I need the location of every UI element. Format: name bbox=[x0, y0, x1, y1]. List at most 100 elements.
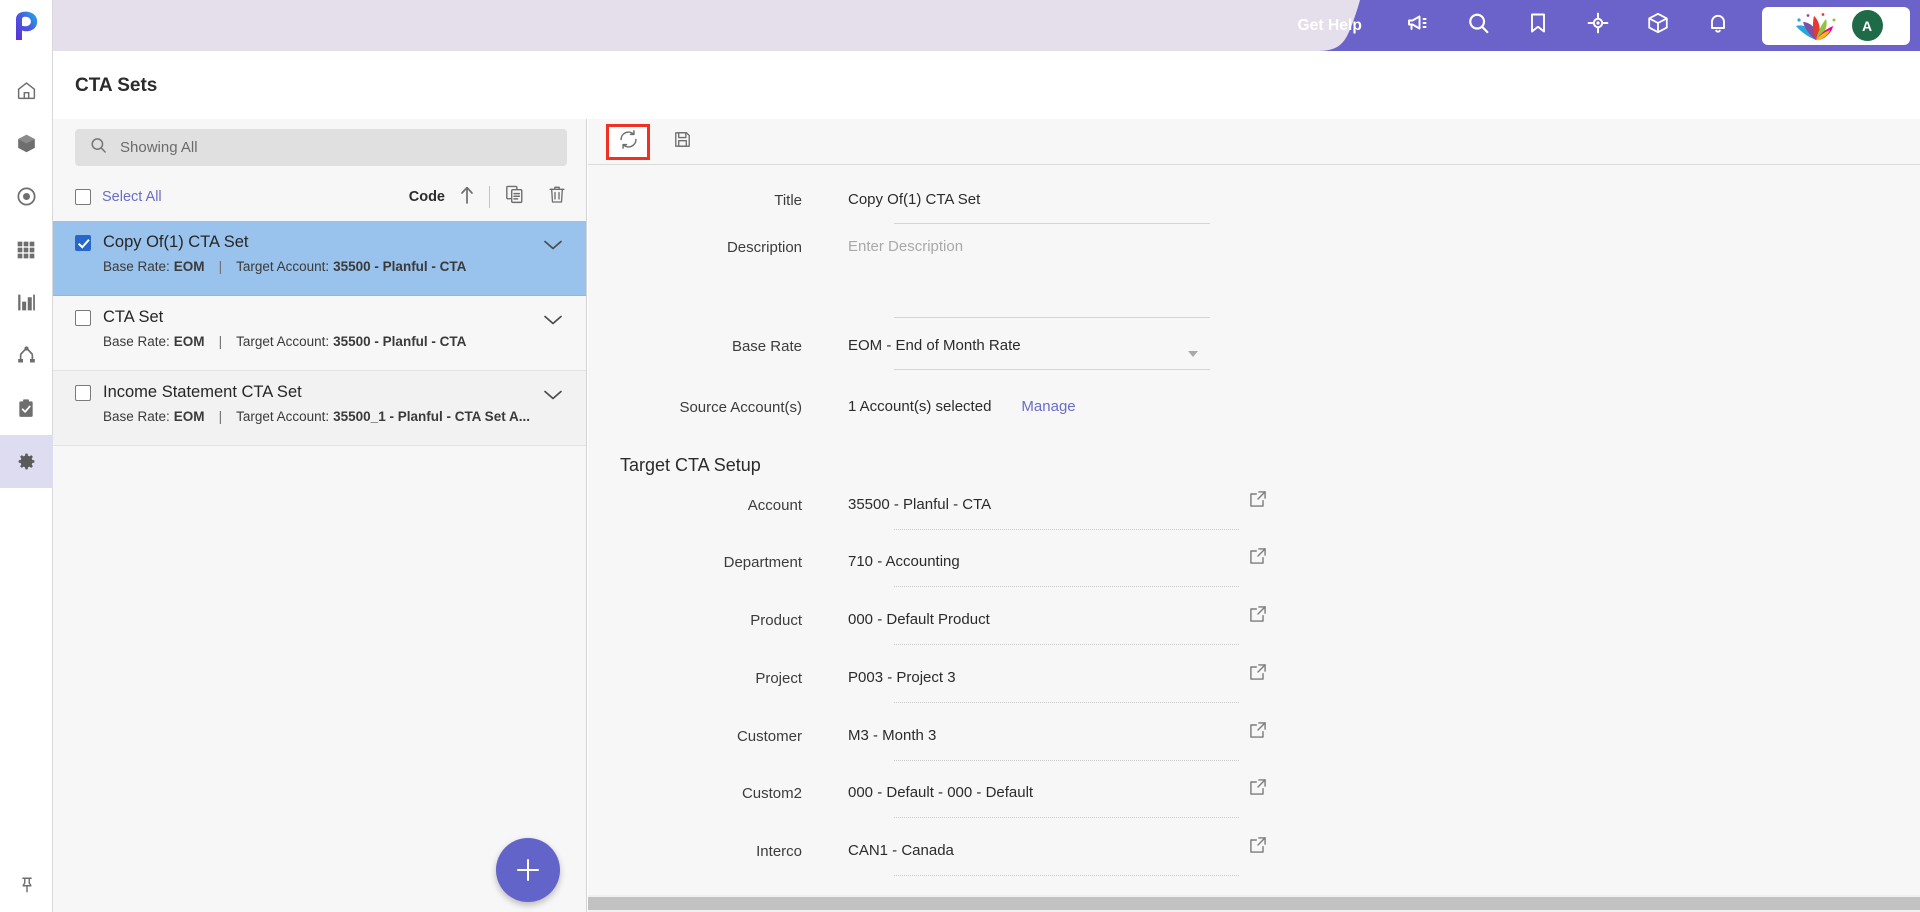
search-input[interactable] bbox=[120, 139, 530, 156]
navigator-button[interactable] bbox=[1568, 0, 1628, 51]
department-value[interactable]: 710 - Accounting bbox=[848, 553, 960, 570]
list-item-checkbox[interactable] bbox=[75, 234, 91, 251]
get-help-button[interactable]: Get Help bbox=[1297, 17, 1362, 35]
application-root: Get Help A CTA Sets Showing All Select A… bbox=[0, 0, 1920, 912]
list-item-base-rate-value: EOM bbox=[173, 259, 205, 274]
detail-toolbar bbox=[588, 119, 1920, 165]
sidebar-item-grid[interactable] bbox=[0, 223, 53, 276]
chevron-down-icon bbox=[543, 313, 563, 330]
list-item-separator: | bbox=[218, 409, 223, 424]
list-item[interactable]: Income Statement CTA Set Base Rate: EOM … bbox=[53, 371, 586, 446]
custom2-lookup-button[interactable] bbox=[1248, 777, 1268, 802]
list-item-expand-button[interactable] bbox=[543, 388, 563, 406]
sidebar-item-reports[interactable] bbox=[0, 276, 53, 329]
page-title-bar: CTA Sets bbox=[53, 51, 1920, 119]
bookmarks-button[interactable] bbox=[1508, 0, 1568, 51]
chevron-down-icon[interactable] bbox=[1188, 351, 1198, 357]
list-item-checkbox[interactable] bbox=[75, 309, 91, 326]
custom2-value[interactable]: 000 - Default - 000 - Default bbox=[848, 784, 1033, 801]
sitemap-icon bbox=[16, 345, 37, 366]
packages-button[interactable] bbox=[1628, 0, 1688, 51]
list-item-title: CTA Set bbox=[103, 308, 164, 326]
customer-value[interactable]: M3 - Month 3 bbox=[848, 727, 936, 744]
list-item-target-account-label: Target Account: bbox=[236, 259, 330, 274]
select-all-label[interactable]: Select All bbox=[102, 189, 162, 205]
sidebar-item-package[interactable] bbox=[0, 117, 53, 170]
copy-button[interactable] bbox=[504, 184, 525, 210]
clipboard-check-icon bbox=[16, 398, 36, 419]
sidebar-item-tasks[interactable] bbox=[0, 382, 53, 435]
announcements-button[interactable] bbox=[1388, 0, 1448, 51]
search-box[interactable] bbox=[75, 129, 567, 166]
product-lookup-button[interactable] bbox=[1248, 604, 1268, 629]
pin-sidebar-button[interactable] bbox=[0, 875, 53, 900]
project-value[interactable]: P003 - Project 3 bbox=[848, 669, 956, 686]
account-lookup-button[interactable] bbox=[1248, 489, 1268, 514]
pushpin-icon bbox=[18, 875, 36, 900]
list-item-target-account-label: Target Account: bbox=[236, 409, 330, 424]
select-all-checkbox[interactable] bbox=[75, 189, 91, 205]
field-label: Customer bbox=[736, 728, 802, 745]
title-input[interactable]: Copy Of(1) CTA Set bbox=[848, 191, 980, 208]
customer-lookup-button[interactable] bbox=[1248, 720, 1268, 745]
list-item[interactable]: CTA Set Base Rate: EOM | Target Account:… bbox=[53, 296, 586, 371]
sidebar-item-hierarchy[interactable] bbox=[0, 329, 53, 382]
arrow-up-icon bbox=[459, 185, 475, 210]
horizontal-scrollbar-thumb[interactable] bbox=[588, 897, 1920, 910]
notifications-button[interactable] bbox=[1688, 0, 1748, 51]
department-lookup-button[interactable] bbox=[1248, 546, 1268, 571]
interco-lookup-button[interactable] bbox=[1248, 835, 1268, 860]
sort-column-label[interactable]: Code bbox=[409, 189, 445, 205]
product-value[interactable]: 000 - Default Product bbox=[848, 611, 990, 628]
target-dot-icon bbox=[16, 186, 37, 207]
add-cta-set-button[interactable] bbox=[496, 838, 560, 902]
list-item-separator: | bbox=[218, 259, 223, 274]
user-account-card[interactable]: A bbox=[1762, 6, 1910, 45]
list-toolbar: Select All Code bbox=[75, 179, 567, 215]
save-button[interactable] bbox=[660, 124, 704, 160]
delete-button[interactable] bbox=[547, 184, 567, 210]
list-item-base-rate-label: Base Rate: bbox=[103, 259, 170, 274]
customer-underline bbox=[894, 760, 1239, 761]
list-item-expand-button[interactable] bbox=[543, 238, 563, 256]
project-lookup-button[interactable] bbox=[1248, 662, 1268, 687]
sidebar-item-settings[interactable] bbox=[0, 435, 53, 488]
list-item[interactable]: Copy Of(1) CTA Set Base Rate: EOM | Targ… bbox=[53, 221, 586, 296]
external-link-icon bbox=[1248, 606, 1268, 628]
search-button[interactable] bbox=[1448, 0, 1508, 51]
list-item-expand-button[interactable] bbox=[543, 313, 563, 331]
top-header-bar: Get Help A bbox=[53, 0, 1920, 51]
copy-icon bbox=[504, 184, 525, 210]
refresh-button[interactable] bbox=[606, 123, 650, 160]
cta-set-list: Copy Of(1) CTA Set Base Rate: EOM | Targ… bbox=[53, 221, 586, 446]
field-department: Department 710 - Accounting bbox=[588, 553, 960, 573]
field-label: Source Account(s) bbox=[679, 399, 802, 416]
field-title: Title Copy Of(1) CTA Set bbox=[588, 191, 980, 211]
list-item-target-account-value: 35500 - Planful - CTA bbox=[333, 259, 467, 274]
toolbar-divider bbox=[489, 186, 490, 208]
sidebar-item-home[interactable] bbox=[0, 64, 53, 117]
avatar: A bbox=[1851, 10, 1883, 41]
interco-value[interactable]: CAN1 - Canada bbox=[848, 842, 954, 859]
lotus-logo bbox=[1790, 11, 1842, 41]
rail-item-list bbox=[0, 64, 53, 488]
description-input[interactable]: Enter Description bbox=[848, 238, 963, 255]
cube-icon bbox=[16, 133, 37, 154]
planful-logo[interactable] bbox=[0, 0, 53, 52]
source-accounts-value: 1 Account(s) selected bbox=[848, 398, 992, 415]
horizontal-scrollbar[interactable] bbox=[588, 895, 1920, 912]
external-link-icon bbox=[1248, 722, 1268, 744]
sidebar-item-target[interactable] bbox=[0, 170, 53, 223]
list-item-title: Income Statement CTA Set bbox=[103, 383, 302, 401]
account-value[interactable]: 35500 - Planful - CTA bbox=[848, 496, 991, 513]
field-custom2: Custom2 000 - Default - 000 - Default bbox=[588, 784, 1033, 804]
section-heading: Target CTA Setup bbox=[620, 455, 761, 475]
trash-icon bbox=[547, 184, 567, 210]
manage-source-accounts-link[interactable]: Manage bbox=[1021, 398, 1075, 415]
list-item-checkbox[interactable] bbox=[75, 384, 91, 401]
list-item-target-account-value: 35500 - Planful - CTA bbox=[333, 334, 467, 349]
sort-direction-button[interactable] bbox=[459, 185, 475, 210]
field-label: Project bbox=[755, 670, 802, 687]
base-rate-select[interactable]: EOM - End of Month Rate bbox=[848, 337, 1021, 354]
external-link-icon bbox=[1248, 779, 1268, 801]
